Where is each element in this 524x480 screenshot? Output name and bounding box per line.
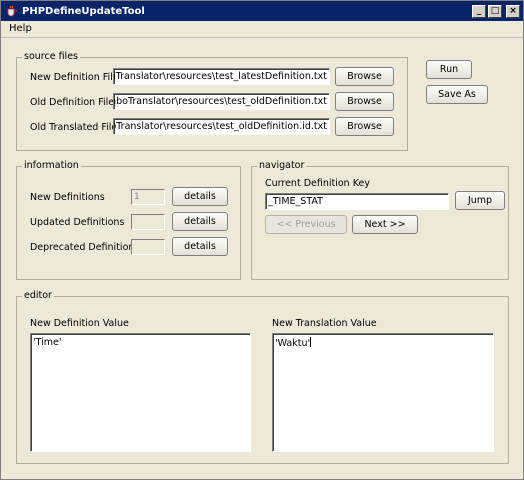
- menu-bar: Help: [1, 21, 523, 38]
- navigator-legend: navigator: [257, 160, 307, 171]
- new-definition-value-label: New Definition Value: [30, 318, 129, 329]
- information-legend: information: [22, 160, 81, 171]
- minimize-button[interactable]: _: [472, 4, 486, 18]
- new-definition-value-text: 'Time': [33, 337, 62, 348]
- window-title: PHPDefineUpdateTool: [22, 5, 145, 17]
- updated-definitions-details-button[interactable]: details: [172, 212, 228, 231]
- next-button[interactable]: Next >>: [352, 215, 418, 234]
- old-translated-file-input[interactable]: amboTranslator\resources\test_oldDefinit…: [113, 118, 330, 135]
- new-translation-value-label: New Translation Value: [272, 318, 377, 329]
- deprecated-definitions-details-button[interactable]: details: [172, 237, 228, 256]
- text-caret: [310, 337, 312, 347]
- save-as-button[interactable]: Save As: [426, 85, 488, 104]
- old-definition-file-input[interactable]: \MamboTranslator\resources\test_oldDefin…: [113, 93, 330, 110]
- old-definition-file-label: Old Definition File: [30, 97, 115, 108]
- new-translation-value-textarea[interactable]: 'Waktu': [272, 333, 494, 452]
- new-translation-value-text: 'Waktu': [275, 338, 311, 349]
- browse-new-definition-button[interactable]: Browse: [335, 67, 394, 86]
- java-cup-icon: [4, 4, 18, 18]
- editor-legend: editor: [22, 290, 54, 301]
- new-definition-value-textarea[interactable]: 'Time': [30, 333, 251, 452]
- menu-help[interactable]: Help: [9, 23, 32, 34]
- title-bar: PHPDefineUpdateTool _ □ ×: [1, 1, 523, 21]
- close-button[interactable]: ×: [506, 4, 520, 18]
- run-button[interactable]: Run: [426, 60, 472, 79]
- browse-old-translated-button[interactable]: Browse: [335, 117, 394, 136]
- deprecated-definitions-label: Deprecated Definitions: [30, 242, 140, 253]
- new-definitions-label: New Definitions: [30, 192, 105, 203]
- current-definition-key-label: Current Definition Key: [265, 178, 370, 189]
- maximize-button[interactable]: □: [488, 4, 502, 18]
- old-translated-file-label: Old Translated File: [30, 122, 118, 133]
- source-files-legend: source files: [22, 51, 80, 62]
- previous-button[interactable]: << Previous: [265, 215, 347, 234]
- app-window: PHPDefineUpdateTool _ □ × Help source fi…: [0, 0, 524, 480]
- deprecated-definitions-count: [131, 239, 165, 255]
- updated-definitions-count: [131, 214, 165, 230]
- browse-old-definition-button[interactable]: Browse: [335, 92, 394, 111]
- updated-definitions-label: Updated Definitions: [30, 217, 125, 228]
- new-definitions-count: 1: [131, 189, 165, 205]
- current-definition-key-input[interactable]: _TIME_STAT: [265, 193, 449, 210]
- new-definitions-details-button[interactable]: details: [172, 187, 228, 206]
- new-definition-file-input[interactable]: amboTranslator\resources\test_latestDefi…: [113, 68, 330, 85]
- new-definition-file-label: New Definition File: [30, 72, 119, 83]
- jump-button[interactable]: Jump: [455, 191, 505, 210]
